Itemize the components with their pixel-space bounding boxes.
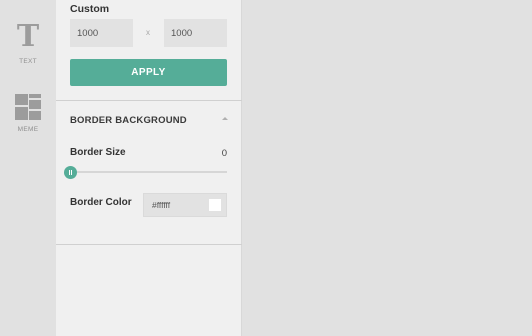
border-color-field[interactable]: #ffffff [143, 193, 227, 217]
custom-size-label: Custom [70, 3, 110, 15]
rail-label-meme: MEME [17, 126, 39, 133]
settings-panel: Custom x APPLY BORDER BACKGROUND Border … [56, 0, 242, 336]
section-divider [56, 100, 242, 101]
border-background-header[interactable]: BORDER BACKGROUND [70, 110, 228, 130]
rail-item-meme[interactable]: MEME [0, 94, 56, 133]
section-title: BORDER BACKGROUND [70, 115, 187, 126]
rail-label-text: TEXT [19, 58, 37, 65]
border-color-label: Border Color [70, 197, 132, 208]
tool-rail: T TEXT MEME [0, 0, 56, 336]
border-size-slider-track[interactable] [70, 171, 227, 173]
dimension-separator: x [146, 28, 150, 37]
rail-item-text[interactable]: T TEXT [0, 19, 56, 66]
border-size-label: Border Size [70, 147, 126, 158]
meme-layout-icon [15, 94, 41, 120]
caret-up-icon [222, 117, 228, 120]
width-input[interactable] [70, 19, 133, 47]
color-swatch[interactable] [209, 199, 221, 211]
section-divider-bottom [56, 244, 242, 245]
canvas-area [243, 0, 532, 336]
border-color-value: #ffffff [152, 200, 171, 210]
border-size-slider-handle[interactable] [64, 166, 77, 179]
border-size-value: 0 [221, 148, 227, 159]
apply-button[interactable]: APPLY [70, 59, 227, 86]
grip-icon [68, 170, 73, 175]
height-input[interactable] [164, 19, 227, 47]
text-icon: T [16, 19, 40, 54]
app: T TEXT MEME Custom x APPLY BORDER BACKGR… [0, 0, 532, 336]
